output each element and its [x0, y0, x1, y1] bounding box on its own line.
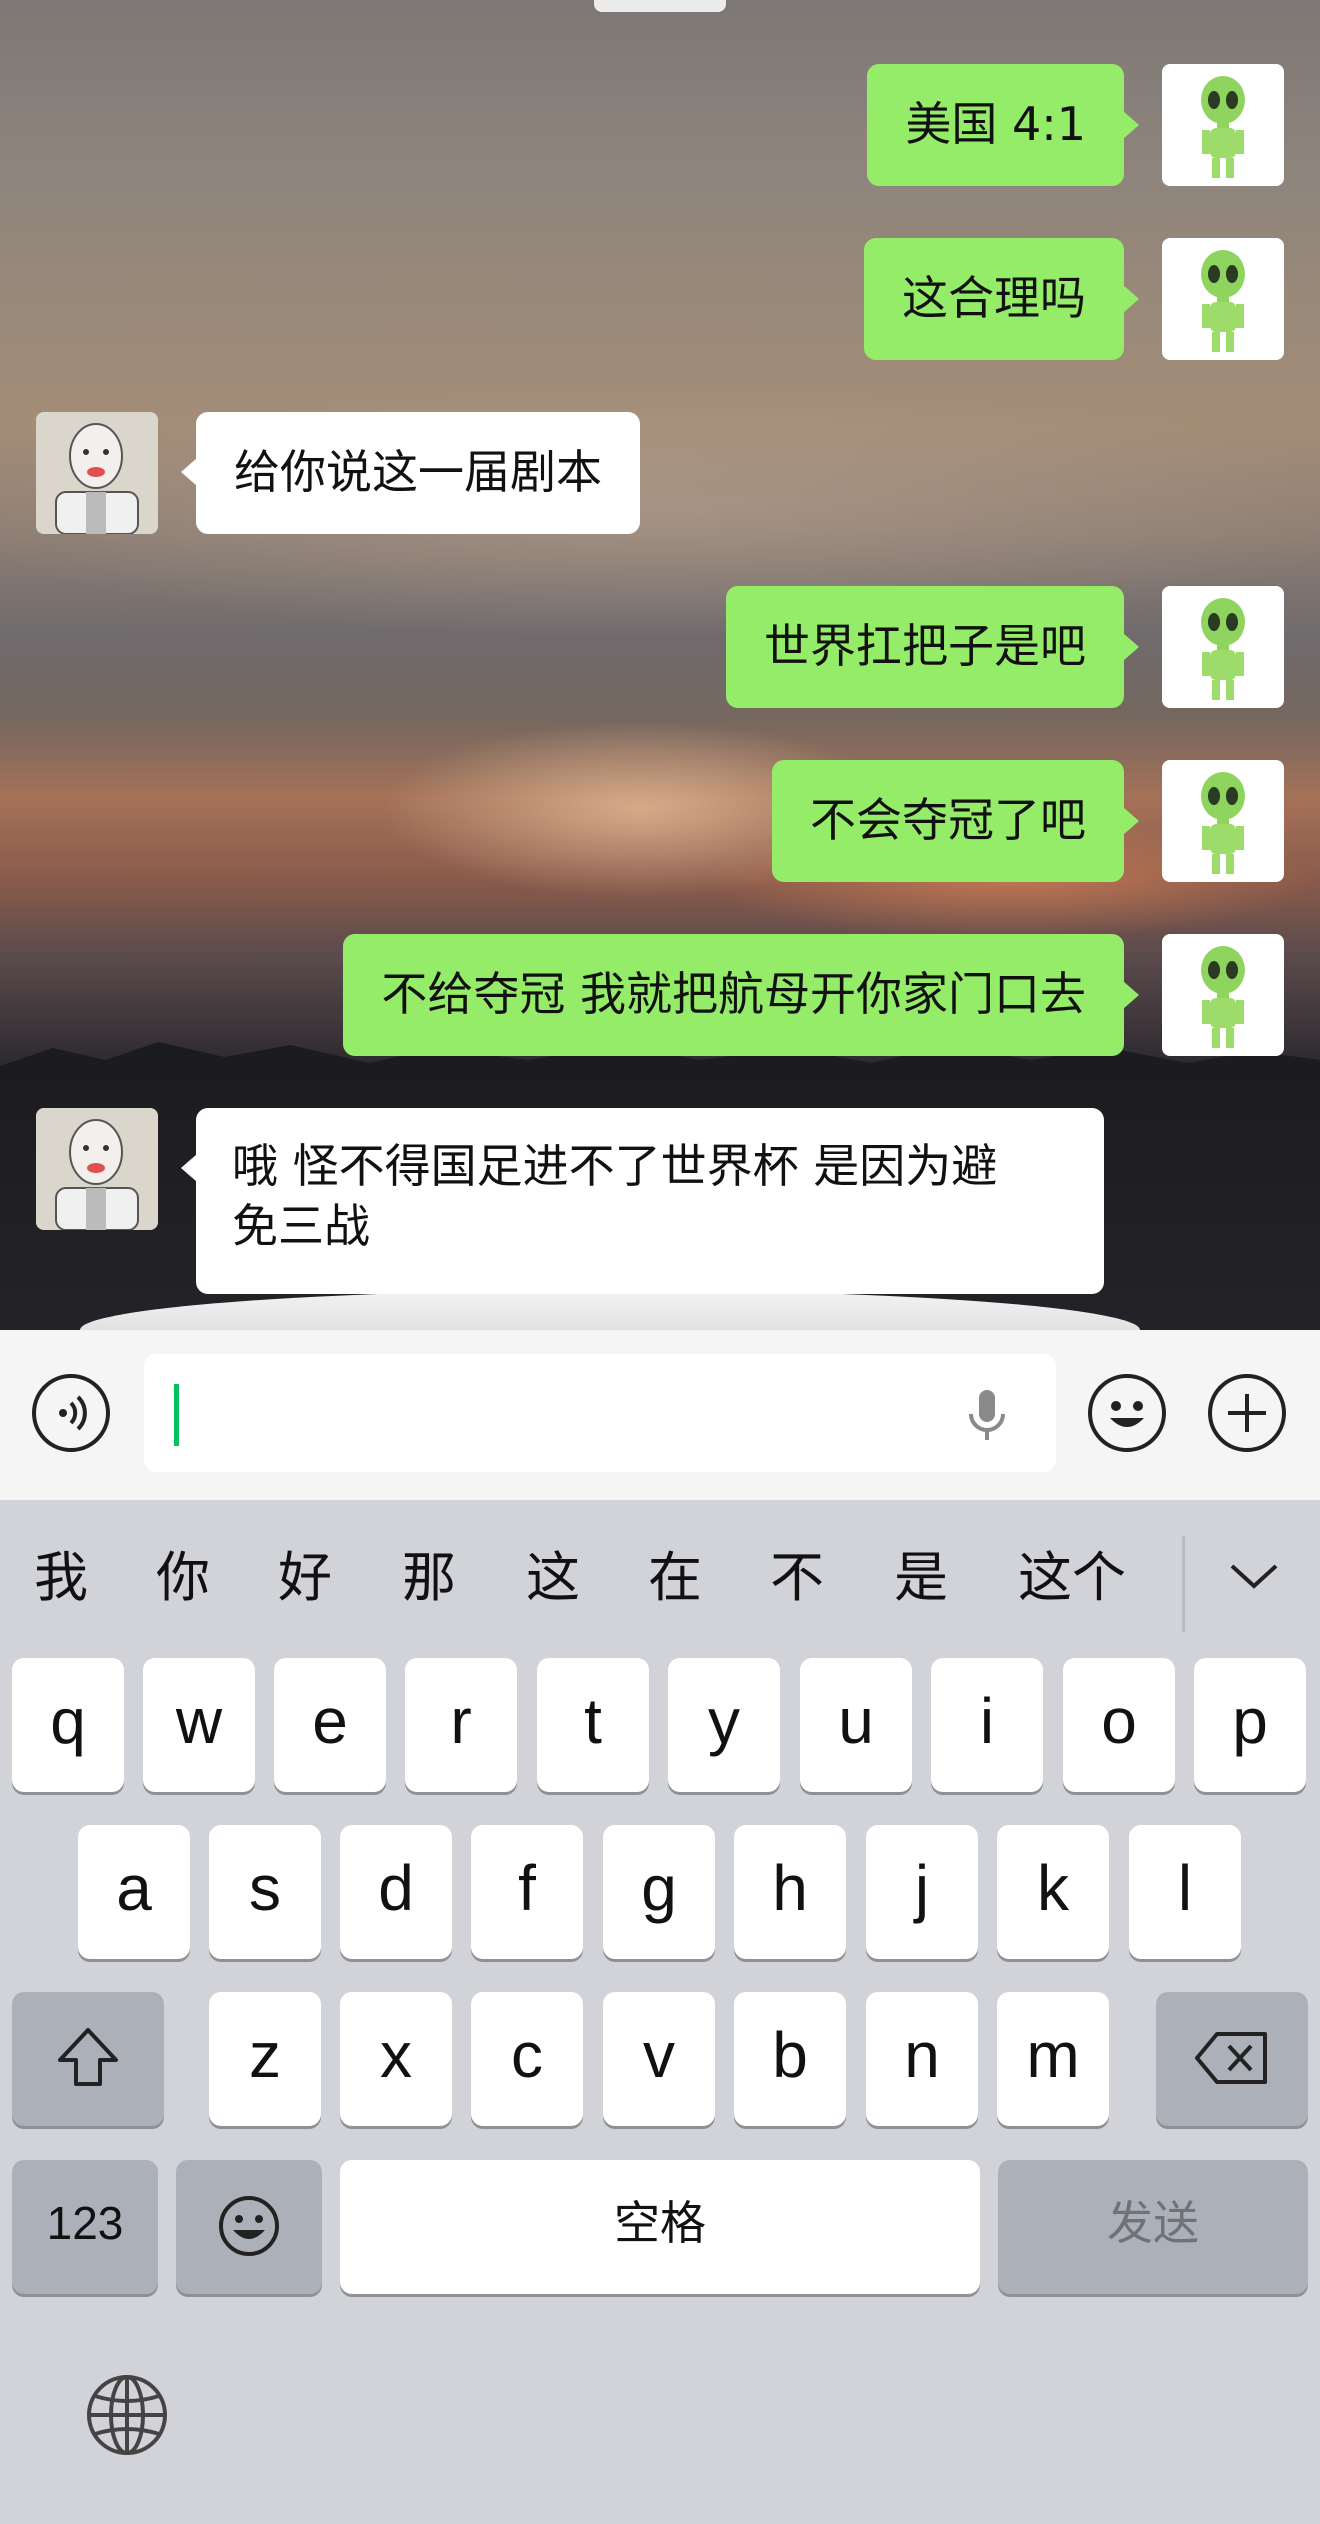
alien-icon — [1201, 772, 1245, 874]
message-text: 美国 4:1 — [905, 97, 1086, 151]
key-x[interactable]: x — [340, 1992, 452, 2126]
robot-avatar[interactable] — [36, 412, 158, 534]
shift-key[interactable] — [12, 1992, 164, 2126]
key-o[interactable]: o — [1063, 1658, 1175, 1792]
key-l[interactable]: l — [1129, 1825, 1241, 1959]
emoji-icon — [1110, 1401, 1144, 1427]
message-text-line: 免三战 — [232, 1199, 370, 1253]
message-text: 给你说这一届剧本 — [234, 445, 602, 499]
key-m[interactable]: m — [997, 1992, 1109, 2126]
plus-icon — [1228, 1394, 1266, 1432]
message-bubble-sent[interactable]: 不会夺冠了吧 — [772, 760, 1139, 882]
message-bubble-sent[interactable]: 美国 4:1 — [867, 64, 1139, 186]
alien-icon — [1201, 76, 1245, 178]
candidate-word[interactable]: 我 — [34, 1548, 88, 1608]
message-bubble-sent[interactable]: 不给夺冠 我就把航母开你家门口去 — [343, 934, 1139, 1056]
alien-icon — [1201, 250, 1245, 352]
top-indicator — [594, 0, 726, 12]
shift-icon — [58, 2028, 118, 2086]
key-q[interactable]: q — [12, 1658, 124, 1792]
key-g[interactable]: g — [603, 1825, 715, 1959]
emoji-button[interactable] — [1088, 1374, 1166, 1452]
voice-button[interactable] — [32, 1374, 110, 1452]
keyboard: 我 你 好 那 这 在 不 是 这个 q w e r t y u i o p a… — [0, 1500, 1320, 2524]
key-y[interactable]: y — [668, 1658, 780, 1792]
send-key[interactable]: 发送 — [998, 2160, 1308, 2294]
alien-avatar[interactable] — [1162, 586, 1284, 708]
candidate-word[interactable]: 好 — [278, 1548, 332, 1608]
key-i[interactable]: i — [931, 1658, 1043, 1792]
backspace-icon — [1195, 2032, 1267, 2084]
message-text-line: 哦 怪不得国足进不了世界杯 是因为避 — [232, 1139, 998, 1193]
message-text: 不会夺冠了吧 — [810, 793, 1086, 847]
key-t[interactable]: t — [537, 1658, 649, 1792]
candidate-word[interactable]: 是 — [894, 1548, 948, 1608]
emoji-icon — [219, 2196, 279, 2256]
globe-icon[interactable] — [84, 2372, 170, 2458]
key-u[interactable]: u — [800, 1658, 912, 1792]
microphone-icon[interactable] — [962, 1386, 1012, 1446]
alien-avatar[interactable] — [1162, 934, 1284, 1056]
message-bubble-sent[interactable]: 世界扛把子是吧 — [726, 586, 1139, 708]
candidate-divider — [1182, 1536, 1185, 1632]
message-text: 不给夺冠 我就把航母开你家门口去 — [381, 967, 1086, 1021]
candidate-word[interactable]: 你 — [156, 1548, 210, 1608]
numbers-key[interactable]: 123 — [12, 2160, 158, 2294]
space-key[interactable]: 空格 — [340, 2160, 980, 2294]
input-bar — [0, 1330, 1320, 1500]
candidate-word[interactable]: 这 — [526, 1548, 580, 1608]
chat-area[interactable]: 美国 4:1 这合理吗 给你说这一届剧本 世界扛把子是吧 不会夺冠了吧 不给夺冠… — [0, 0, 1320, 1330]
key-e[interactable]: e — [274, 1658, 386, 1792]
key-h[interactable]: h — [734, 1825, 846, 1959]
candidate-word[interactable]: 不 — [770, 1548, 824, 1608]
robot-avatar[interactable] — [36, 1108, 158, 1230]
key-f[interactable]: f — [471, 1825, 583, 1959]
key-d[interactable]: d — [340, 1825, 452, 1959]
key-s[interactable]: s — [209, 1825, 321, 1959]
key-b[interactable]: b — [734, 1992, 846, 2126]
message-text: 这合理吗 — [902, 271, 1086, 325]
candidate-word[interactable]: 这个 — [1018, 1548, 1126, 1608]
robot-icon — [36, 1108, 158, 1230]
key-k[interactable]: k — [997, 1825, 1109, 1959]
emoji-key[interactable] — [176, 2160, 322, 2294]
voice-icon — [59, 1395, 87, 1431]
message-input[interactable] — [144, 1354, 1056, 1472]
key-v[interactable]: v — [603, 1992, 715, 2126]
alien-avatar[interactable] — [1162, 760, 1284, 882]
plus-button[interactable] — [1208, 1374, 1286, 1452]
candidate-word[interactable]: 那 — [402, 1548, 456, 1608]
message-bubble-sent[interactable]: 这合理吗 — [864, 238, 1139, 360]
candidate-word[interactable]: 在 — [648, 1548, 702, 1608]
key-j[interactable]: j — [866, 1825, 978, 1959]
alien-icon — [1201, 946, 1245, 1048]
key-r[interactable]: r — [405, 1658, 517, 1792]
candidate-bar: 我 你 好 那 这 在 不 是 这个 — [0, 1500, 1320, 1660]
key-p[interactable]: p — [1194, 1658, 1306, 1792]
key-c[interactable]: c — [471, 1992, 583, 2126]
robot-icon — [36, 412, 158, 534]
text-caret — [174, 1384, 179, 1446]
key-a[interactable]: a — [78, 1825, 190, 1959]
key-w[interactable]: w — [143, 1658, 255, 1792]
key-n[interactable]: n — [866, 1992, 978, 2126]
alien-avatar[interactable] — [1162, 64, 1284, 186]
key-z[interactable]: z — [209, 1992, 321, 2126]
message-bubble-received[interactable]: 哦 怪不得国足进不了世界杯 是因为避 免三战 — [181, 1108, 1104, 1294]
alien-icon — [1201, 598, 1245, 700]
alien-avatar[interactable] — [1162, 238, 1284, 360]
message-bubble-received[interactable]: 给你说这一届剧本 — [181, 412, 640, 534]
chevron-down-icon[interactable] — [1226, 1556, 1282, 1596]
backspace-key[interactable] — [1156, 1992, 1308, 2126]
message-text: 世界扛把子是吧 — [764, 619, 1086, 673]
